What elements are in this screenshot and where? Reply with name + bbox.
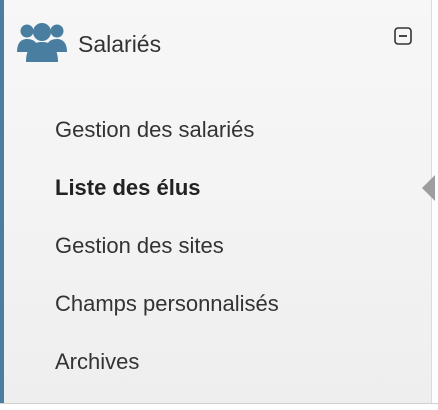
menu-item-label: Gestion des salariés: [55, 117, 255, 142]
section-header-salaries[interactable]: Salariés: [4, 0, 431, 85]
menu-item-liste-elus[interactable]: Liste des élus: [4, 158, 435, 216]
submenu-list: Gestion des salariés Liste des élus Gest…: [4, 100, 435, 390]
menu-item-champs-personnalises[interactable]: Champs personnalisés: [4, 274, 431, 332]
bottom-divider: [0, 403, 438, 404]
users-icon: [17, 23, 67, 62]
active-pointer-icon: [422, 175, 435, 201]
menu-item-label: Liste des élus: [55, 175, 201, 200]
menu-item-gestion-salaries[interactable]: Gestion des salariés: [4, 100, 431, 158]
menu-item-label: Gestion des sites: [55, 233, 224, 258]
menu-item-label: Archives: [55, 349, 140, 374]
menu-item-label: Champs personnalisés: [55, 291, 279, 316]
section-title: Salariés: [78, 31, 162, 57]
menu-item-archives[interactable]: Archives: [4, 332, 431, 390]
menu-item-gestion-sites[interactable]: Gestion des sites: [4, 216, 431, 274]
sidebar-panel: Salariés Gestion des salariés Liste des …: [0, 0, 435, 403]
collapse-minus-icon[interactable]: [394, 27, 412, 45]
